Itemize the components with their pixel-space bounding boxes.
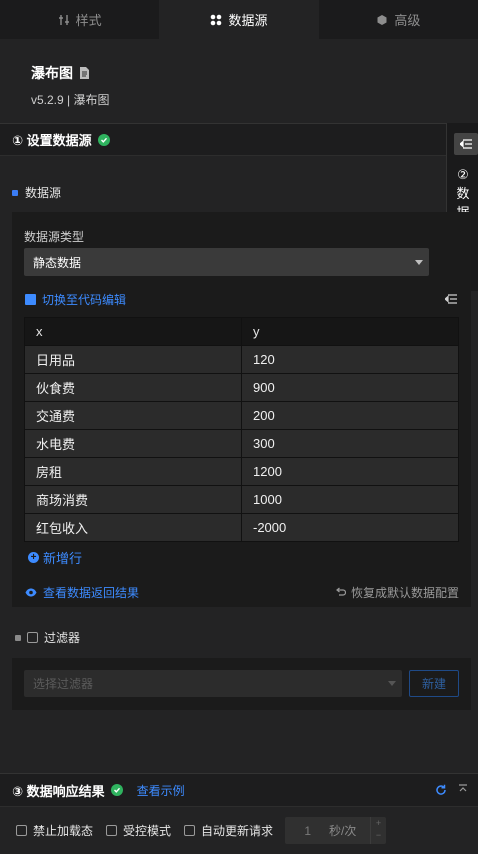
table-row: 日用品 120 — [24, 345, 459, 374]
tab-datasource-label: 数据源 — [228, 13, 268, 28]
interval-stepper[interactable]: 1 秒/次 + − — [285, 817, 387, 844]
switch-code-edit-label: 切换至代码编辑 — [42, 293, 127, 307]
chevron-down-icon — [415, 260, 423, 265]
tab-style-label: 样式 — [75, 13, 102, 28]
eye-icon — [25, 588, 37, 597]
datasource-type-label: 数据源类型 — [24, 230, 85, 244]
section-datasource-header[interactable]: ① 设置数据源 — [0, 123, 446, 156]
section-datasource-title-row: ① 设置数据源 — [12, 130, 110, 149]
bullet-icon — [15, 634, 21, 641]
code-icon — [25, 294, 36, 305]
collapse-up-icon[interactable] — [458, 784, 468, 794]
sliders-icon — [58, 14, 69, 25]
collapse-list-button[interactable] — [454, 133, 478, 155]
table-cell[interactable]: 900 — [241, 373, 459, 402]
filter-label: 过滤器 — [44, 631, 81, 645]
table-row: 水电费 300 — [24, 429, 459, 458]
new-filter-button[interactable]: 新建 — [409, 670, 459, 697]
auto-refresh-checkbox[interactable] — [184, 825, 196, 836]
table-row: 红包收入 -2000 — [24, 513, 459, 542]
table-cell[interactable]: 1000 — [241, 485, 459, 514]
filter-row: 过滤器 — [15, 629, 80, 646]
check-circle-icon — [97, 133, 110, 146]
column-header-y: y — [241, 317, 459, 346]
view-result-label: 查看数据返回结果 — [43, 586, 140, 600]
controlled-mode-label: 受控模式 — [123, 824, 172, 838]
bullet-icon — [12, 189, 18, 196]
filter-checkbox[interactable] — [27, 632, 38, 643]
table-row: 伙食费 900 — [24, 373, 459, 402]
add-row-label: 新增行 — [43, 551, 83, 566]
stepper-arrows[interactable]: + − — [370, 817, 386, 844]
section-response-title-row: ③ 数据响应结果 — [12, 781, 123, 800]
table-cell[interactable]: 水电费 — [24, 429, 242, 458]
tab-advanced-label: 高级 — [394, 13, 421, 28]
filter-select-placeholder: 选择过滤器 — [33, 677, 94, 691]
filter-select[interactable]: 选择过滤器 — [24, 670, 402, 697]
disable-loading-checkbox[interactable] — [16, 825, 27, 836]
component-title: 瀑布图 — [31, 65, 73, 81]
check-circle-icon — [110, 784, 123, 796]
table-row: 房租 1200 — [24, 457, 459, 486]
document-icon[interactable] — [79, 67, 89, 79]
section-datasource-title: ① 设置数据源 — [12, 133, 92, 148]
list-collapse-icon[interactable] — [445, 294, 457, 304]
datasource-type-value: 静态数据 — [33, 255, 82, 270]
auto-refresh-label: 自动更新请求 — [201, 824, 274, 838]
datasource-type-select[interactable]: 静态数据 — [24, 248, 429, 276]
table-cell[interactable]: 200 — [241, 401, 459, 430]
tab-advanced[interactable]: 高级 — [318, 0, 478, 39]
component-version: v5.2.9 | 瀑布图 — [31, 93, 110, 107]
section-response-header[interactable]: ③ 数据响应结果 查看示例 — [0, 773, 478, 807]
disable-loading-option[interactable]: 禁止加载态 — [16, 822, 93, 839]
disable-loading-label: 禁止加载态 — [33, 824, 94, 838]
switch-code-edit-link[interactable]: 切换至代码编辑 — [25, 291, 126, 308]
table-cell[interactable]: 交通费 — [24, 401, 242, 430]
table-cell[interactable]: 1200 — [241, 457, 459, 486]
tab-datasource[interactable]: 数据源 — [159, 0, 319, 39]
auto-refresh-option[interactable]: 自动更新请求 — [184, 822, 273, 839]
view-result-link[interactable]: 查看数据返回结果 — [25, 584, 139, 601]
restore-default-link[interactable]: 恢复成默认数据配置 — [335, 584, 459, 601]
undo-icon — [336, 587, 346, 596]
table-cell[interactable]: 120 — [241, 345, 459, 374]
table-cell[interactable]: 300 — [241, 429, 459, 458]
controlled-mode-checkbox[interactable] — [106, 825, 118, 836]
component-header: 瀑布图 v5.2.9 | 瀑布图 — [0, 39, 478, 124]
refresh-icon[interactable] — [435, 784, 447, 796]
data-table: x y 日用品 120 伙食费 900 交通费 200 水电费 300 房租 1200 商… — [24, 317, 459, 542]
view-example-link[interactable]: 查看示例 — [137, 782, 185, 799]
table-cell[interactable]: 商场消费 — [24, 485, 242, 514]
column-header-x: x — [24, 317, 242, 346]
interval-unit: 秒/次 — [329, 824, 357, 838]
table-header-row: x y — [24, 317, 459, 346]
response-options: 禁止加载态 受控模式 自动更新请求 1 秒/次 + − — [0, 807, 478, 854]
section-response-title: ③ 数据响应结果 — [12, 783, 105, 799]
datasource-label: 数据源 — [25, 186, 62, 200]
cube-icon — [377, 14, 387, 25]
chevron-down-icon — [388, 681, 396, 686]
table-cell[interactable]: 伙食费 — [24, 373, 242, 402]
datasource-label-row: 数据源 — [12, 184, 61, 201]
config-tabs: 样式 数据源 高级 — [0, 0, 478, 39]
table-cell[interactable]: 红包收入 — [24, 513, 242, 542]
datasource-panel: 数据源类型 静态数据 切换至代码编辑 x y 日用品 120 伙食费 900 交通费… — [12, 212, 471, 607]
table-row: 交通费 200 — [24, 401, 459, 430]
restore-default-label: 恢复成默认数据配置 — [350, 586, 459, 600]
table-cell[interactable]: 日用品 — [24, 345, 242, 374]
component-title-row: 瀑布图 — [31, 63, 89, 83]
table-cell[interactable]: -2000 — [241, 513, 459, 542]
controlled-mode-option[interactable]: 受控模式 — [106, 822, 171, 839]
filter-panel: 选择过滤器 新建 — [12, 658, 471, 710]
add-row-button[interactable]: + 新增行 — [28, 548, 82, 567]
grid-icon — [211, 14, 222, 25]
table-row: 商场消费 1000 — [24, 485, 459, 514]
plus-circle-icon: + — [28, 552, 39, 563]
table-cell[interactable]: 房租 — [24, 457, 242, 486]
interval-value: 1 — [304, 823, 312, 838]
tab-style[interactable]: 样式 — [0, 0, 160, 39]
list-collapse-icon — [460, 139, 472, 149]
